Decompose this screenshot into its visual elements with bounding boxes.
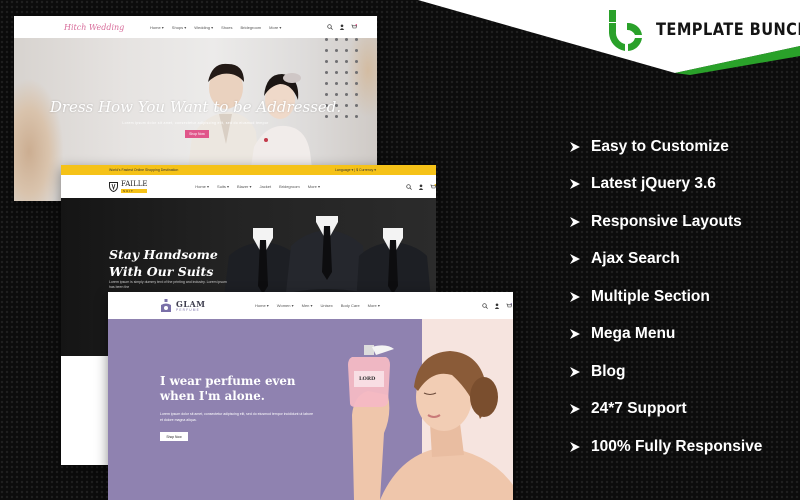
cart-icon[interactable] (351, 24, 358, 30)
perfume-nav: Home ▾ Women ▾ Men ▾ Unisex Body Care Mo… (255, 303, 380, 308)
nav-item[interactable]: Shops ▾ (172, 25, 186, 30)
perfume-theme-preview: GLAM PERFUME Home ▾ Women ▾ Men ▾ Unisex… (108, 292, 513, 500)
feature-item: Mega Menu (569, 316, 762, 354)
perfume-shop-now-button[interactable]: Shop Now (160, 432, 188, 441)
feature-item: Latest jQuery 3.6 (569, 166, 762, 204)
suit-topbar-message: World's Fastest Online Shopping Destinat… (109, 168, 179, 172)
perfume-logo-title: GLAM (176, 298, 206, 309)
feature-item: Blog (569, 353, 762, 391)
suit-hero-title: Stay Handsome With Our Suits (109, 246, 218, 280)
nav-item[interactable]: More ▾ (368, 303, 380, 308)
shield-logo-icon (109, 181, 118, 192)
user-icon[interactable] (494, 303, 500, 309)
perfume-hero-title-line: when I'm alone. (160, 389, 265, 403)
nav-item[interactable]: Jacket (260, 184, 272, 189)
search-icon[interactable] (482, 302, 488, 309)
nav-item[interactable]: Shoes (221, 25, 232, 30)
wedding-hero-subtitle: Lorem ipsum dolor sit amet, consectetur … (122, 121, 269, 125)
nav-item[interactable]: Bridegroom (279, 184, 300, 189)
feature-label: Latest jQuery 3.6 (591, 175, 716, 193)
suit-language-currency[interactable]: Language ▾ | $ Currency ▾ (335, 168, 376, 172)
suit-logo-tag: SUIT (121, 188, 148, 193)
feature-label: Blog (591, 362, 626, 380)
user-icon[interactable] (339, 24, 345, 30)
search-icon[interactable] (406, 183, 412, 190)
nav-item[interactable]: Home ▾ (150, 25, 164, 30)
perfume-header: GLAM PERFUME Home ▾ Women ▾ Men ▾ Unisex… (108, 292, 513, 319)
suit-logo-title: FAILLE (121, 179, 148, 188)
perfume-hero-banner: LORD I wear perfume even when I'm alone.… (108, 319, 513, 500)
perfume-header-icons (482, 302, 512, 309)
feature-label: Multiple Section (591, 287, 710, 305)
wedding-header: Hitch Wedding Home ▾ Shops ▾ Wedding ▾ S… (14, 16, 377, 38)
arrow-right-icon (570, 254, 580, 265)
arrow-right-icon (570, 404, 580, 415)
cart-icon[interactable] (430, 183, 436, 190)
perfume-bottle-label: LORD (359, 376, 376, 382)
arrow-right-icon (570, 141, 580, 152)
wedding-shop-now-button[interactable]: Shop Now (185, 130, 209, 138)
nav-item[interactable]: Men ▾ (302, 303, 313, 308)
feature-item: Responsive Layouts (569, 203, 762, 241)
pampas-grass-decor (14, 78, 64, 201)
nav-item[interactable]: Wedding ▾ (194, 25, 213, 30)
suit-hero-title-line: Stay Handsome (109, 247, 218, 262)
cart-icon[interactable] (506, 302, 512, 309)
woman-with-perfume-image (348, 345, 513, 500)
feature-list: Easy to Customize Latest jQuery 3.6 Resp… (569, 128, 762, 466)
feature-item: 100% Fully Responsive (569, 428, 762, 466)
nav-item[interactable]: Blazer ▾ (237, 184, 251, 189)
suit-header-icons (406, 183, 436, 190)
feature-item: Multiple Section (569, 278, 762, 316)
arrow-right-icon (570, 179, 580, 190)
perfume-hero-title-line: I wear perfume even (160, 374, 296, 388)
suit-nav: Home ▾ Suits ▾ Blazer ▾ Jacket Bridegroo… (195, 184, 320, 189)
suit-hero-subtitle: Lorem ipsum is simply dummy text of the … (109, 280, 227, 289)
user-icon[interactable] (418, 184, 424, 190)
nav-item[interactable]: Body Care (341, 303, 360, 308)
perfume-hero-title: I wear perfume even when I'm alone. (160, 374, 295, 404)
feature-label: 24*7 Support (591, 400, 687, 418)
nav-item[interactable]: Women ▾ (277, 303, 294, 308)
feature-item: Easy to Customize (569, 128, 762, 166)
feature-label: 100% Fully Responsive (591, 437, 763, 455)
feature-label: Responsive Layouts (591, 212, 742, 230)
suit-top-bar: World's Fastest Online Shopping Destinat… (61, 165, 436, 175)
nav-item[interactable]: Bridegroom (240, 25, 261, 30)
suit-logo[interactable]: FAILLE SUIT (109, 179, 195, 193)
feature-item: Ajax Search (569, 241, 762, 279)
perfume-hero-subtitle: Lorem ipsum dolor sit amet, consectetur … (160, 412, 314, 422)
template-bunch-logo-icon (609, 10, 642, 51)
wedding-nav: Home ▾ Shops ▾ Wedding ▾ Shoes Bridegroo… (150, 25, 281, 30)
arrow-right-icon (570, 291, 580, 302)
perfume-logo[interactable]: GLAM PERFUME (160, 298, 255, 313)
arrow-right-icon (570, 366, 580, 377)
arrow-right-icon (570, 329, 580, 340)
perfume-bottle-logo-icon (161, 298, 171, 312)
wedding-hero-title: Dress How You Want to be Addressed. (49, 98, 342, 116)
nav-item[interactable]: Unisex (321, 303, 333, 308)
feature-label: Ajax Search (591, 250, 680, 268)
wedding-header-icons (327, 24, 358, 30)
template-bunch-logo: TEMPLATE BUNCH (606, 7, 800, 53)
arrow-right-icon (570, 216, 580, 227)
feature-label: Easy to Customize (591, 137, 729, 155)
arrow-right-icon (570, 441, 580, 452)
nav-item[interactable]: More ▾ (308, 184, 320, 189)
nav-item[interactable]: Suits ▾ (217, 184, 229, 189)
suit-header: FAILLE SUIT Home ▾ Suits ▾ Blazer ▾ Jack… (61, 175, 436, 198)
feature-item: 24*7 Support (569, 391, 762, 429)
nav-item[interactable]: Home ▾ (195, 184, 209, 189)
feature-label: Mega Menu (591, 325, 676, 343)
wedding-logo[interactable]: Hitch Wedding (64, 23, 150, 32)
nav-item[interactable]: Home ▾ (255, 303, 269, 308)
suit-hero-title-line: With Our Suits (109, 264, 214, 279)
brand-name: TEMPLATE BUNCH (656, 20, 800, 40)
search-icon[interactable] (327, 24, 334, 30)
nav-item[interactable]: More ▾ (269, 25, 281, 30)
